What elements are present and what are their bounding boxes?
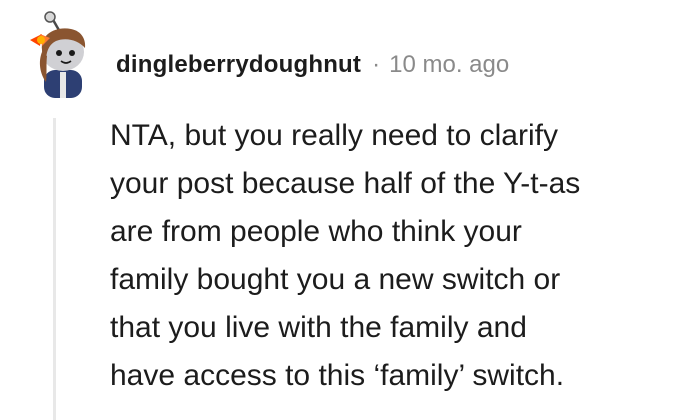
comment: dingleberrydoughnut · 10 mo. ago NTA, but … — [0, 0, 700, 420]
comment-meta: dingleberrydoughnut · 10 mo. ago — [116, 50, 509, 80]
comment-body-line: are from people who think your — [110, 215, 522, 248]
comment-body-line: your post because half of the Y-t-as — [110, 167, 581, 200]
comment-timestamp[interactable]: 10 mo. ago — [389, 51, 509, 78]
comment-body-line: that you live with the family and — [110, 311, 527, 344]
snoo-avatar-icon — [30, 11, 86, 98]
avatar[interactable] — [16, 10, 96, 102]
comment-body-line: family bought you a new switch or — [110, 263, 561, 296]
comment-body: NTA, but you really need to clarify your… — [110, 112, 690, 400]
thread-collapse-line[interactable] — [53, 118, 56, 420]
comment-body-line: have access to this ‘family’ switch. — [110, 359, 565, 392]
meta-separator: · — [372, 51, 381, 78]
comment-body-line: NTA, but you really need to clarify — [110, 119, 558, 152]
username-link[interactable]: dingleberrydoughnut — [116, 51, 361, 78]
